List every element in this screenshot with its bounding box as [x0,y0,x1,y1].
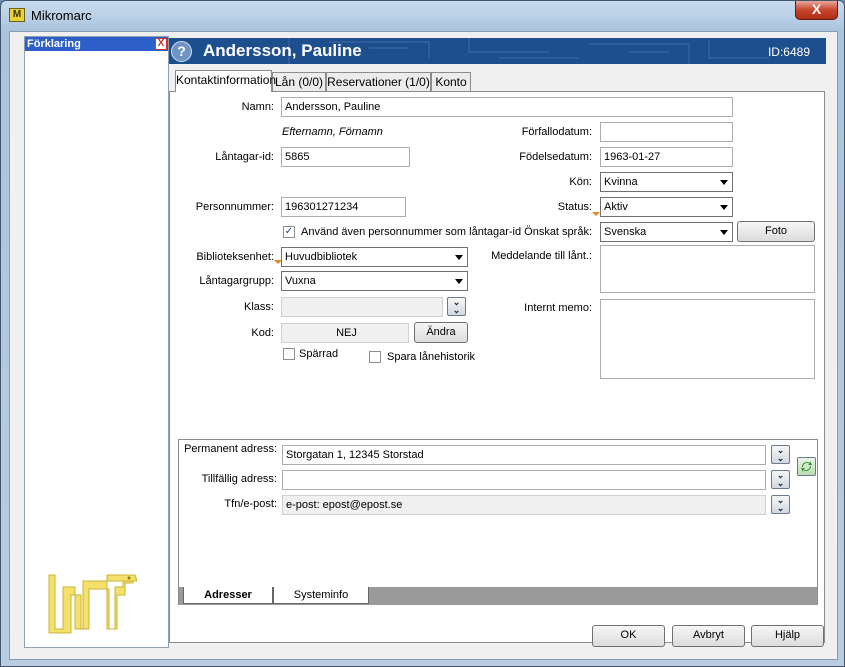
hjalp-button[interactable]: Hjälp [751,625,824,647]
patron-id: ID:6489 [767,45,810,59]
chevron-down-icon [455,279,463,284]
main-area: ? Andersson, Pauline ID:6489 Kontaktinfo… [169,36,827,648]
app-icon: M [9,8,25,22]
memo-textarea[interactable] [600,299,815,379]
permanent-address-field[interactable]: Storgatan 1, 12345 Storstad [282,445,766,465]
use-pnr-label: Använd även personnummer som låntagar-id [301,226,522,238]
sprak-value: Svenska [604,226,647,238]
namn-field[interactable]: Andersson, Pauline [281,97,733,117]
klass-field [281,297,443,317]
tab-lan[interactable]: Lån (0/0) [272,72,326,92]
explanation-panel: Förklaring X [24,36,169,648]
help-icon[interactable]: ? [171,41,192,62]
tfn-epost-label: Tfn/e-post: [224,498,277,510]
namn-label: Namn: [241,101,274,113]
sparrad-label: Spärrad [299,348,339,360]
tab-kontaktinformation[interactable]: Kontaktinformation [175,70,276,92]
fodelsedatum-label: Födelsedatum: [519,151,592,163]
patron-name: Andersson, Pauline [203,41,362,60]
sprak-select[interactable]: Svenska [600,222,733,242]
use-pnr-checkbox[interactable]: ✓ [283,226,295,238]
lantagar-id-field[interactable]: 5865 [281,147,410,167]
klass-expand-button[interactable]: ⌄ ⌄ [447,297,466,316]
foto-button[interactable]: Foto [737,221,815,242]
chevron-down-icon [720,205,728,210]
tab-systeminfo[interactable]: Systeminfo [273,587,369,604]
sparrad-checkbox[interactable] [283,348,295,360]
title-bar[interactable]: M Mikromarc X [1,1,844,29]
explanation-title: Förklaring [27,38,81,50]
mikromarc-logo-icon [48,574,138,634]
refresh-address-icon[interactable] [797,457,816,476]
personnummer-label: Personnummer: [195,201,274,213]
lantagargrupp-value: Vuxna [285,275,316,287]
address-group: Permanent adress: Storgatan 1, 12345 Sto… [178,439,818,605]
tfn-epost-expand-button[interactable]: ⌄ ⌄ [771,495,790,514]
biblioteksenhet-label: Biblioteksenhet: [196,251,274,263]
panel-close-icon[interactable]: X [155,38,167,50]
lantagar-id-label: Låntagar-id: [215,151,274,163]
kod-field: NEJ [281,323,409,343]
status-value: Aktiv [604,201,628,213]
andra-button[interactable]: Ändra [414,322,468,343]
tillfallig-address-field[interactable] [282,470,766,490]
chevron-down-icon [720,180,728,185]
tillfallig-address-expand-button[interactable]: ⌄ ⌄ [771,470,790,489]
meddelande-textarea[interactable] [600,245,815,293]
ok-button[interactable]: OK [592,625,665,647]
tab-adresser[interactable]: Adresser [183,587,273,604]
explanation-header: Förklaring X [25,37,168,51]
fodelsedatum-field[interactable]: 1963-01-27 [600,147,733,167]
forfallodatum-field[interactable] [600,122,733,142]
forfallodatum-label: Förfallodatum: [521,126,592,138]
tfn-epost-field: e-post: epost@epost.se [282,495,766,515]
sprak-label: Önskat språk: [524,226,592,238]
tab-konto[interactable]: Konto [431,72,471,92]
kod-label: Kod: [251,327,274,339]
kon-value: Kvinna [604,176,638,188]
status-label: Status: [557,201,592,213]
biblioteksenhet-value: Huvudbibliotek [285,251,358,263]
lantagargrupp-label: Låntagargrupp: [199,275,274,287]
main-window: M Mikromarc X Förklaring X ? Andersson, … [0,0,845,667]
client-area: Förklaring X ? Andersson, Pauline ID:648… [9,31,838,660]
permanent-address-label: Permanent adress: [184,443,277,455]
personnummer-field[interactable]: 196301271234 [281,197,406,217]
lantagargrupp-select[interactable]: Vuxna [281,271,468,291]
window-close-button[interactable]: X [795,1,838,20]
tab-reservationer[interactable]: Reservationer (1/0) [326,72,431,92]
patron-banner: ? Andersson, Pauline ID:6489 [169,38,826,64]
chevron-down-icon [720,230,728,235]
spara-historik-checkbox[interactable] [369,351,381,363]
tillfallig-address-label: Tillfällig adress: [201,473,277,485]
kontaktinformation-panel: Namn: Andersson, Pauline Efternamn, Förn… [169,91,825,643]
kon-select[interactable]: Kvinna [600,172,733,192]
window-title: Mikromarc [31,8,92,23]
memo-label: Internt memo: [524,302,592,314]
kon-label: Kön: [569,176,592,188]
avbryt-button[interactable]: Avbryt [672,625,745,647]
biblioteksenhet-select[interactable]: Huvudbibliotek [281,247,468,267]
address-tab-bar: Adresser Systeminfo [179,587,817,605]
status-select[interactable]: Aktiv [600,197,733,217]
chevron-down-icon [455,255,463,260]
spara-historik-label: Spara lånehistorik [387,351,476,363]
klass-label: Klass: [244,301,274,313]
required-marker-icon [592,212,600,216]
permanent-address-expand-button[interactable]: ⌄ ⌄ [771,445,790,464]
refresh-arrows-icon [801,461,812,472]
meddelande-label: Meddelande till lånt.: [491,250,592,262]
namn-hint: Efternamn, Förnamn [282,126,383,138]
